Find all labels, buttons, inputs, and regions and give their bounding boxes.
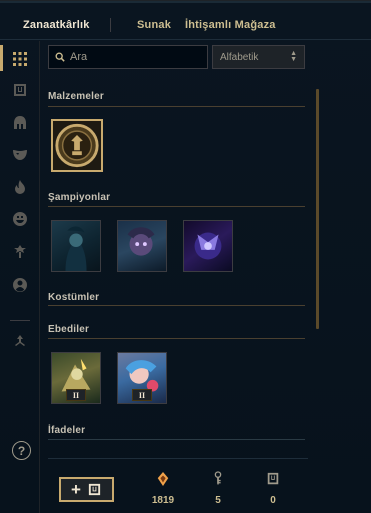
tab-separator — [110, 18, 111, 32]
crafting-arrows-icon[interactable] — [10, 332, 30, 352]
flame-icon[interactable] — [10, 177, 30, 197]
search-field[interactable] — [48, 45, 208, 69]
chest-icon — [267, 472, 279, 485]
inventory-list: Malzemeler Şampiyonlar Kostümler Ebedile… — [48, 83, 310, 453]
tab-altar[interactable]: Sunak — [137, 19, 171, 31]
tab-prestige-store[interactable]: İhtişamlı Mağaza — [185, 19, 276, 31]
section-title-emotes: İfadeler — [48, 425, 86, 436]
chest-icon — [88, 483, 101, 496]
material-tile[interactable] — [51, 119, 103, 172]
key-value: 5 — [215, 495, 221, 506]
sort-select-value: Alfabetik — [220, 51, 259, 63]
chest-counter: 0 — [253, 471, 293, 506]
key-fragment-medallion-icon — [55, 123, 99, 168]
key-counter: 5 — [198, 471, 238, 506]
tab-crafting[interactable]: Zanaatkârlık — [23, 19, 90, 31]
chevron-updown-icon: ▲ ▼ — [290, 50, 297, 63]
champion-tile[interactable] — [117, 220, 167, 272]
header-tabs: Zanaatkârlık Sunak İhtişamlı Mağaza — [0, 15, 371, 37]
champion-portrait-icon — [194, 232, 222, 260]
eternal-series-badge: II — [132, 389, 152, 401]
section-divider — [48, 439, 305, 440]
orange-essence-icon — [157, 472, 169, 486]
add-chest-button[interactable]: + — [59, 477, 114, 502]
section-divider — [48, 338, 305, 339]
eternal-tile[interactable]: II — [117, 352, 167, 404]
grid-icon[interactable] — [10, 49, 30, 69]
plus-icon: + — [71, 480, 81, 499]
crafting-panel: Zanaatkârlık Sunak İhtişamlı Mağaza Ara … — [0, 0, 371, 513]
orange-essence-value: 1819 — [151, 495, 175, 506]
mask-icon[interactable] — [10, 145, 30, 165]
sort-select[interactable]: Alfabetik ▲ ▼ — [212, 45, 305, 69]
champion-tile[interactable] — [183, 220, 233, 272]
search-icon — [55, 52, 65, 62]
active-indicator — [0, 45, 3, 71]
emote-face-icon[interactable] — [10, 209, 30, 229]
ward-icon[interactable] — [10, 241, 30, 261]
section-divider — [48, 206, 305, 207]
section-divider — [48, 106, 305, 107]
key-icon — [214, 471, 222, 486]
top-border — [0, 1, 371, 3]
champion-tile[interactable] — [51, 220, 101, 272]
orange-essence-counter: 1819 — [143, 471, 183, 506]
chest-icon[interactable] — [10, 80, 30, 100]
scrollbar-thumb[interactable] — [316, 89, 319, 329]
section-divider — [48, 305, 305, 306]
search-input[interactable] — [70, 51, 200, 63]
section-title-skins: Kostümler — [48, 292, 100, 303]
chest-value: 0 — [270, 495, 276, 506]
profile-icon[interactable] — [10, 275, 30, 295]
section-title-eternals: Ebediler — [48, 324, 90, 335]
section-title-materials: Malzemeler — [48, 91, 104, 102]
header-divider — [0, 39, 371, 40]
champion-portrait-icon — [127, 227, 155, 256]
sidebar-divider — [10, 320, 30, 321]
eternal-tile[interactable]: II — [51, 352, 101, 404]
eternal-series-badge: II — [66, 389, 86, 401]
helmet-icon[interactable] — [10, 113, 30, 133]
help-button[interactable]: ? — [12, 441, 31, 460]
section-title-champions: Şampiyonlar — [48, 192, 111, 203]
footer-divider — [48, 458, 308, 459]
champion-portrait-icon — [65, 226, 87, 271]
